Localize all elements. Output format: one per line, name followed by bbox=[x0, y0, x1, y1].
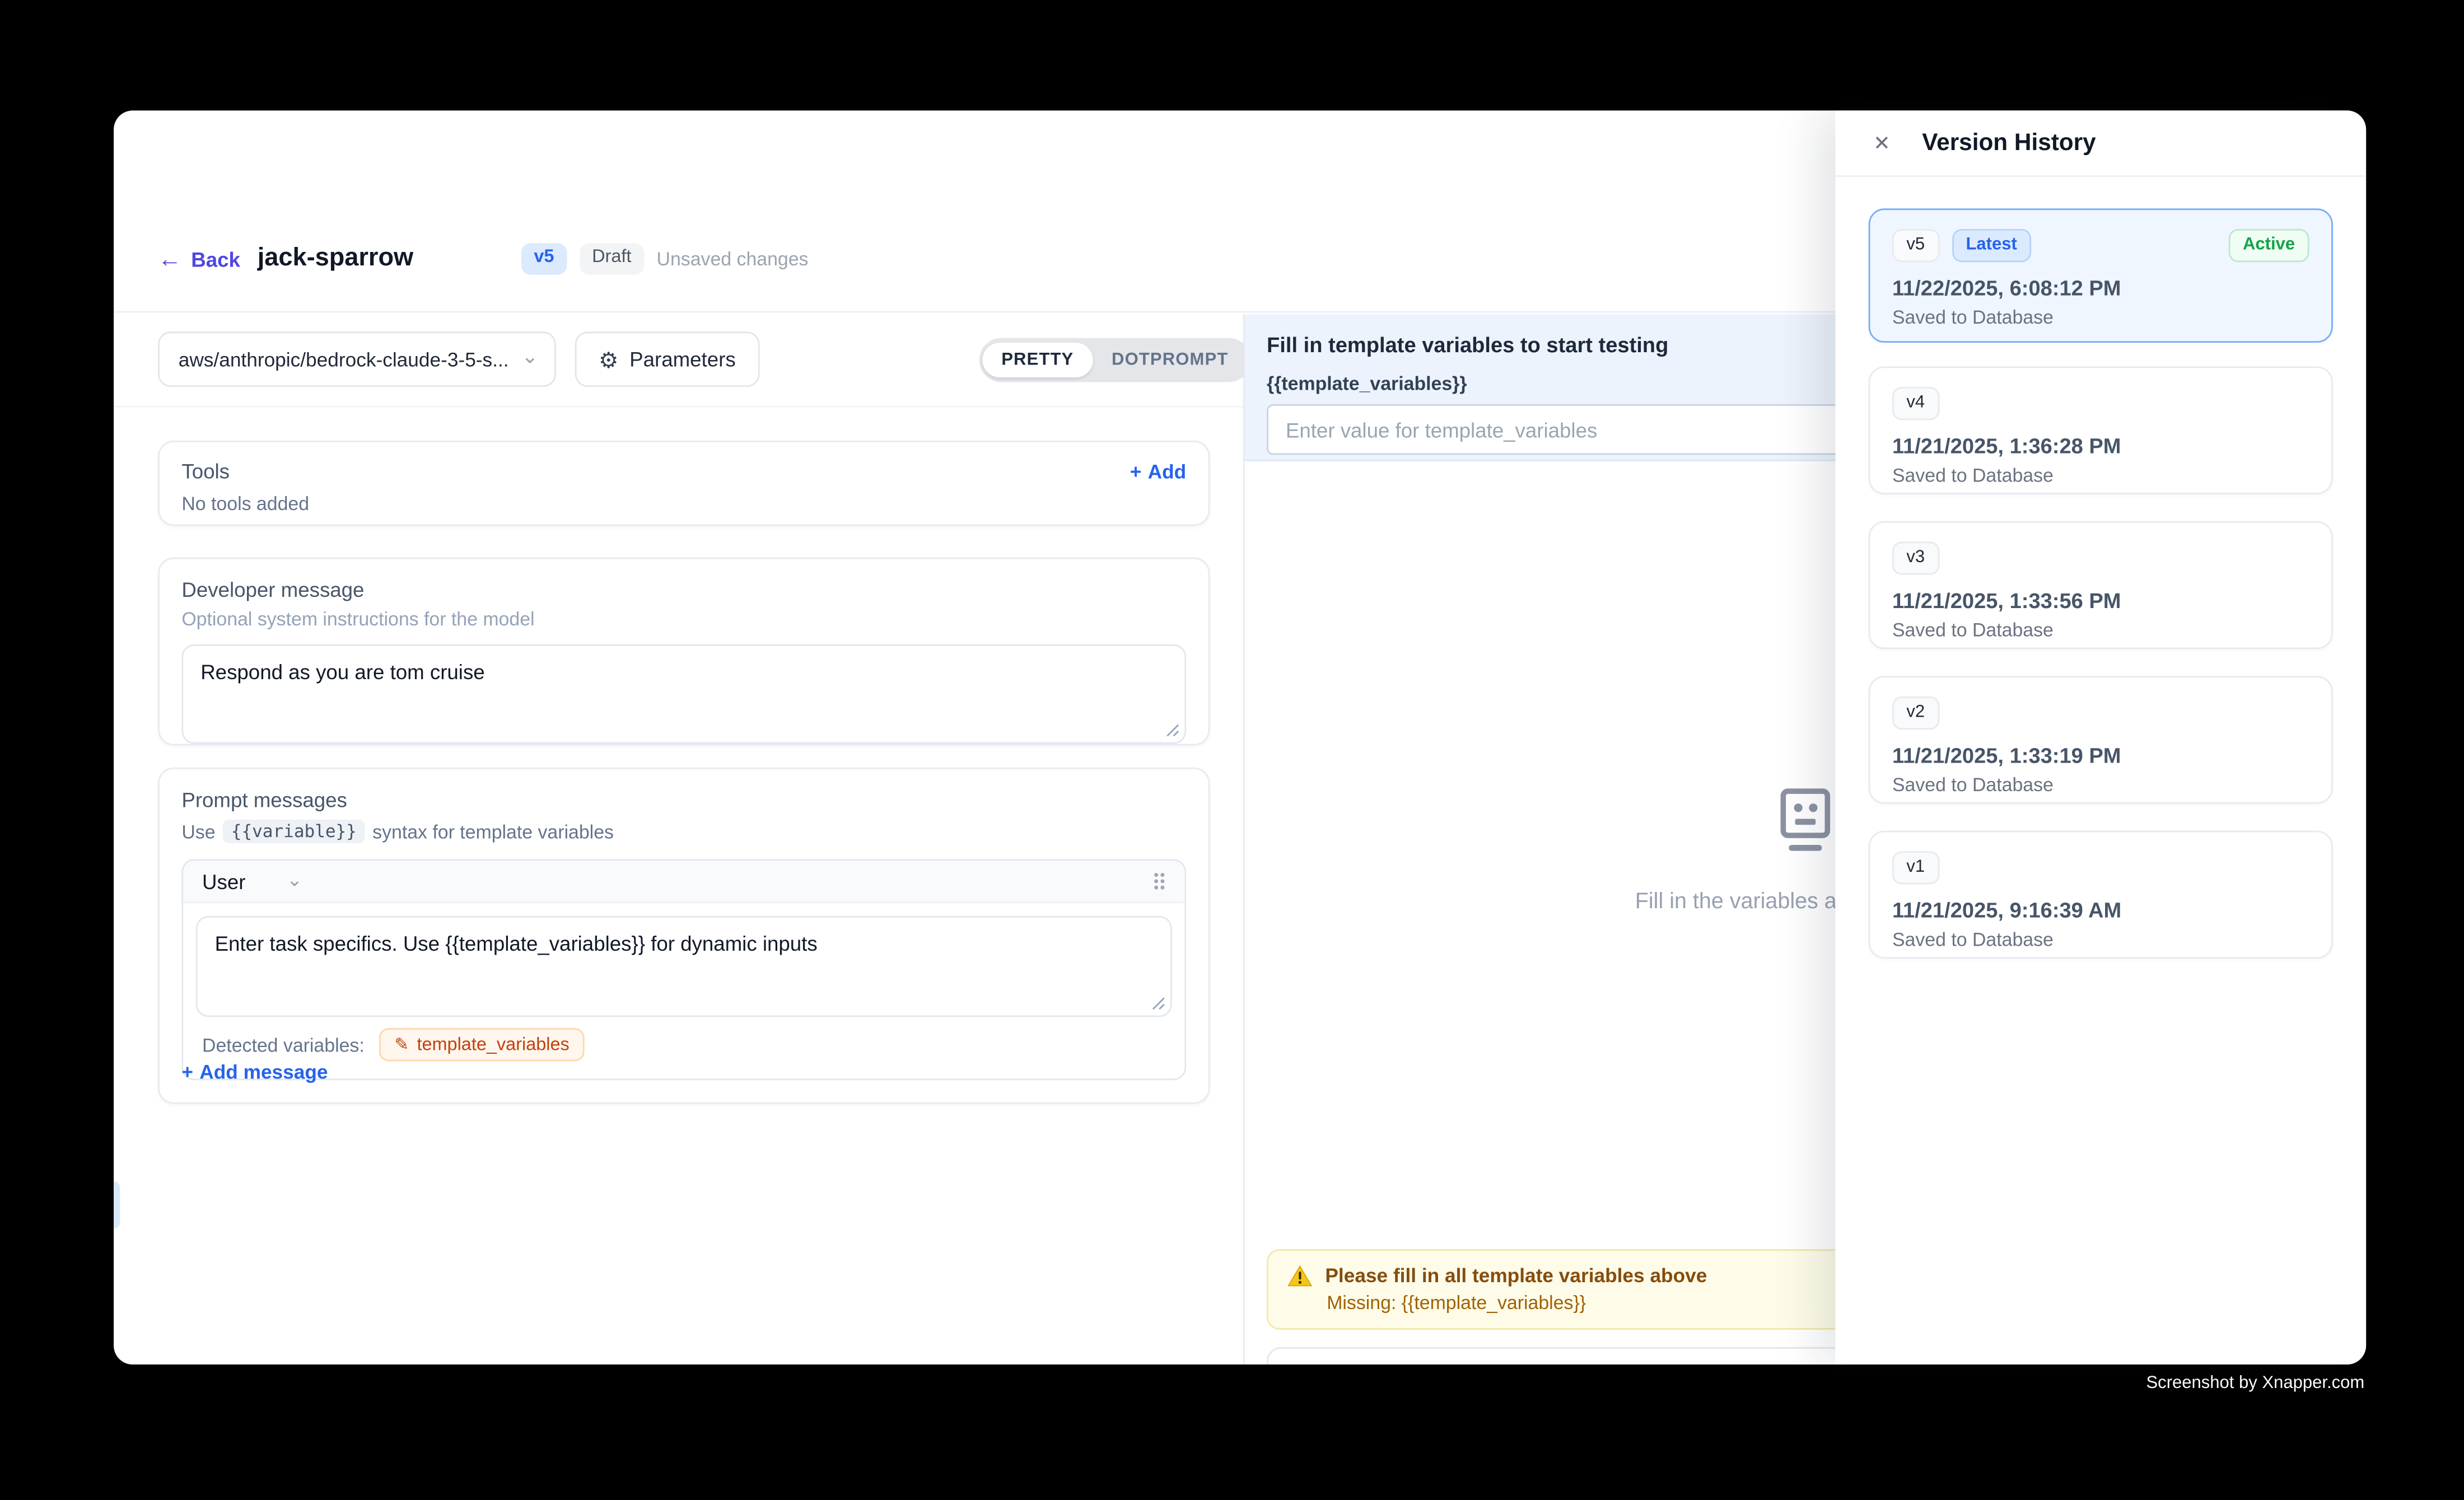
warning-title: Please fill in all template variables ab… bbox=[1325, 1265, 1707, 1287]
version-card-v5[interactable]: v5 Latest Active 11/22/2025, 6:08:12 PM … bbox=[1869, 208, 2333, 343]
model-select-value: aws/anthropic/bedrock-claude-3-5-s... bbox=[179, 348, 509, 370]
plus-icon: + bbox=[181, 1061, 193, 1083]
version-card-v4[interactable]: v4 11/21/2025, 1:36:28 PM Saved to Datab… bbox=[1869, 366, 2333, 494]
parameters-button[interactable]: ⚙ Parameters bbox=[575, 331, 759, 387]
parameters-label: Parameters bbox=[629, 348, 736, 371]
template-variable-chip[interactable]: ✎ template_variables bbox=[379, 1028, 585, 1061]
version-timestamp: 11/21/2025, 1:33:56 PM bbox=[1892, 590, 2309, 613]
version-id-badge: v1 bbox=[1892, 851, 1939, 885]
version-note: Saved to Database bbox=[1892, 307, 2309, 329]
detected-variables-label: Detected variables: bbox=[202, 1034, 365, 1055]
tools-empty-text: No tools added bbox=[181, 493, 1186, 515]
tab-dotprompt[interactable]: DOTPROMPT bbox=[1093, 343, 1247, 377]
version-card-v3[interactable]: v3 11/21/2025, 1:33:56 PM Saved to Datab… bbox=[1869, 521, 2333, 649]
developer-message-section: Developer message Optional system instru… bbox=[158, 558, 1210, 746]
version-id-badge: v4 bbox=[1892, 387, 1939, 420]
prompt-messages-title: Prompt messages bbox=[181, 788, 1186, 811]
clipped-toast-sliver bbox=[114, 1181, 120, 1229]
role-value: User bbox=[202, 870, 245, 893]
developer-message-subtitle: Optional system instructions for the mod… bbox=[181, 608, 1186, 630]
version-timestamp: 11/22/2025, 6:08:12 PM bbox=[1892, 277, 2309, 300]
prompt-messages-section: Prompt messages Use {{variable}} syntax … bbox=[158, 768, 1210, 1104]
version-id-badge: v3 bbox=[1892, 541, 1939, 575]
add-message-label: Add message bbox=[199, 1061, 328, 1083]
tools-title: Tools bbox=[181, 460, 230, 483]
add-tool-label: Add bbox=[1148, 460, 1187, 482]
back-button[interactable]: ← Back bbox=[158, 248, 240, 272]
version-card-v1[interactable]: v1 11/21/2025, 9:16:39 AM Saved to Datab… bbox=[1869, 831, 2333, 959]
role-select[interactable]: User ⌄ bbox=[202, 870, 302, 893]
add-tool-button[interactable]: + Add bbox=[1130, 460, 1186, 482]
hint-suffix: syntax for template variables bbox=[372, 820, 614, 842]
chevron-down-icon: ⌄ bbox=[287, 868, 302, 890]
version-badge: v5 bbox=[521, 243, 567, 274]
version-history-title: Version History bbox=[1922, 129, 2096, 156]
warning-triangle-icon bbox=[1287, 1265, 1313, 1287]
back-arrow-icon: ← bbox=[158, 248, 181, 272]
view-mode-toggle: PRETTY DOTPROMPT bbox=[979, 338, 1250, 382]
message-block: User ⌄ Enter task specifics. Use {{templ… bbox=[181, 859, 1186, 1080]
pencil-icon: ✎ bbox=[394, 1034, 409, 1055]
template-syntax-hint: Use {{variable}} syntax for template var… bbox=[181, 820, 1186, 843]
chevron-down-icon: ⌄ bbox=[521, 343, 539, 368]
tab-pretty[interactable]: PRETTY bbox=[982, 343, 1093, 377]
gear-icon: ⚙ bbox=[599, 348, 618, 370]
message-header: User ⌄ bbox=[183, 861, 1184, 903]
version-note: Saved to Database bbox=[1892, 619, 2309, 641]
plus-icon: + bbox=[1130, 460, 1142, 482]
version-timestamp: 11/21/2025, 1:33:19 PM bbox=[1892, 744, 2309, 768]
version-note: Saved to Database bbox=[1892, 929, 2309, 951]
page-title: jack-sparrow bbox=[258, 245, 413, 273]
tools-section: Tools + Add No tools added bbox=[158, 441, 1210, 526]
unsaved-changes-label: Unsaved changes bbox=[657, 248, 809, 270]
header-badges: v5 Draft Unsaved changes bbox=[521, 243, 809, 274]
draft-badge: Draft bbox=[580, 243, 644, 274]
version-timestamp: 11/21/2025, 9:16:39 AM bbox=[1892, 899, 2309, 922]
developer-message-title: Developer message bbox=[181, 578, 1186, 601]
model-select[interactable]: aws/anthropic/bedrock-claude-3-5-s... ⌄ bbox=[158, 331, 556, 387]
screenshot-stage: ← Back jack-sparrow v5 Draft Unsaved cha… bbox=[0, 0, 2464, 1500]
version-note: Saved to Database bbox=[1892, 774, 2309, 796]
detected-variables-row: Detected variables: ✎ template_variables bbox=[196, 1017, 1172, 1066]
version-id-badge: v2 bbox=[1892, 697, 1939, 730]
toolbar-divider bbox=[114, 406, 1243, 408]
user-message-textarea[interactable]: Enter task specifics. Use {{template_var… bbox=[196, 916, 1172, 1017]
bot-icon bbox=[1779, 788, 1832, 854]
version-history-panel: ✕ Version History v5 Latest Active 11/22… bbox=[1835, 110, 2366, 1364]
watermark-text: Screenshot by Xnapper.com bbox=[2146, 1374, 2364, 1393]
version-timestamp: 11/21/2025, 1:36:28 PM bbox=[1892, 434, 2309, 458]
version-id-badge: v5 bbox=[1892, 229, 1939, 263]
latest-badge: Latest bbox=[1952, 229, 2031, 263]
template-variable-name: template_variables bbox=[417, 1035, 569, 1054]
editor-pane: aws/anthropic/bedrock-claude-3-5-s... ⌄ … bbox=[114, 314, 1244, 1365]
hint-prefix: Use bbox=[181, 820, 215, 842]
close-icon[interactable]: ✕ bbox=[1873, 133, 1891, 153]
active-badge: Active bbox=[2229, 229, 2309, 263]
variable-syntax-chip: {{variable}} bbox=[223, 820, 365, 843]
version-history-header: ✕ Version History bbox=[1835, 110, 2366, 176]
developer-message-textarea[interactable]: Respond as you are tom cruise bbox=[181, 644, 1186, 744]
back-label: Back bbox=[191, 248, 240, 272]
add-message-button[interactable]: + Add message bbox=[181, 1061, 328, 1083]
version-list: v5 Latest Active 11/22/2025, 6:08:12 PM … bbox=[1835, 177, 2366, 1365]
version-note: Saved to Database bbox=[1892, 465, 2309, 487]
version-card-v2[interactable]: v2 11/21/2025, 1:33:19 PM Saved to Datab… bbox=[1869, 676, 2333, 803]
drag-handle-icon[interactable] bbox=[1153, 872, 1166, 891]
